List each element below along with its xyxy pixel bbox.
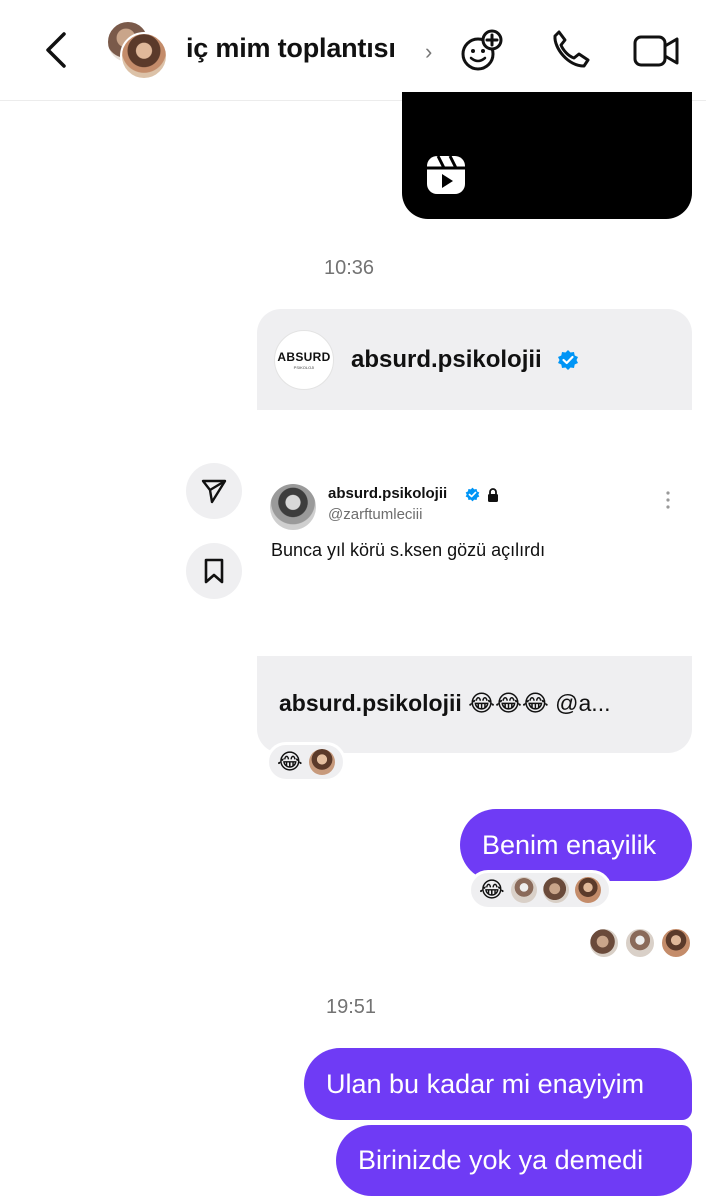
timestamp: 19:51: [326, 996, 377, 1018]
seen-avatar: [624, 927, 656, 959]
tweet-author-name: absurd.psikolojii: [328, 485, 448, 502]
post-username[interactable]: absurd.psikolojii: [351, 346, 542, 374]
seen-avatar: [588, 927, 620, 959]
shared-post-header[interactable]: ABSURD PSIKOLOJI absurd.psikolojii: [257, 309, 692, 410]
verified-badge-icon: [465, 487, 480, 502]
chevron-right-icon[interactable]: ›: [425, 39, 432, 65]
laughing-emoji: 😂: [479, 877, 505, 902]
back-arrow-icon[interactable]: [40, 30, 76, 70]
seen-avatar: [660, 927, 692, 959]
video-camera-icon[interactable]: [632, 28, 680, 74]
more-options-icon[interactable]: [665, 490, 671, 510]
shared-post-content[interactable]: absurd.psikolojii @zarftumleciii Bunca y…: [257, 410, 692, 656]
chat-header: iç mim toplantısı ›: [0, 0, 706, 101]
caption-text: absurd.psikolojii 😂😂😂 @a...: [279, 690, 611, 716]
share-button[interactable]: [186, 463, 242, 519]
reactor-avatar: [510, 877, 537, 903]
message-bubble[interactable]: Birinizde yok ya demedi: [336, 1125, 692, 1196]
send-icon: [201, 479, 227, 504]
tweet-text: Bunca yıl körü s.ksen gözü açılırdı: [271, 540, 546, 560]
bookmark-icon: [204, 558, 224, 584]
phone-icon[interactable]: [546, 28, 594, 74]
tweet-handle: @zarftumleciii: [328, 506, 423, 523]
verified-badge-icon: [558, 350, 578, 370]
tweet-avatar: [270, 484, 316, 530]
reactor-avatar: [574, 877, 601, 903]
chat-title[interactable]: iç mim toplantısı: [186, 33, 396, 64]
shared-reel[interactable]: [402, 92, 692, 219]
save-button[interactable]: [186, 543, 242, 599]
reactor-avatar: [542, 877, 569, 903]
absurd-logo: ABSURD PSIKOLOJI: [274, 330, 334, 390]
message-bubble[interactable]: Ulan bu kadar mi enayiyim: [304, 1048, 692, 1120]
reel-icon: [427, 155, 465, 194]
group-avatar[interactable]: [106, 20, 168, 82]
add-effect-icon[interactable]: [456, 28, 504, 74]
reactor-avatar: [308, 749, 335, 775]
timestamp: 10:36: [324, 257, 375, 279]
laughing-emoji: 😂: [277, 749, 303, 774]
shared-post-caption[interactable]: absurd.psikolojii 😂😂😂 @a...: [257, 656, 692, 753]
member-avatar: [120, 32, 168, 80]
reaction-pill[interactable]: 😂: [266, 742, 346, 782]
lock-icon: [488, 488, 498, 502]
reaction-pill[interactable]: 😂: [468, 870, 612, 910]
